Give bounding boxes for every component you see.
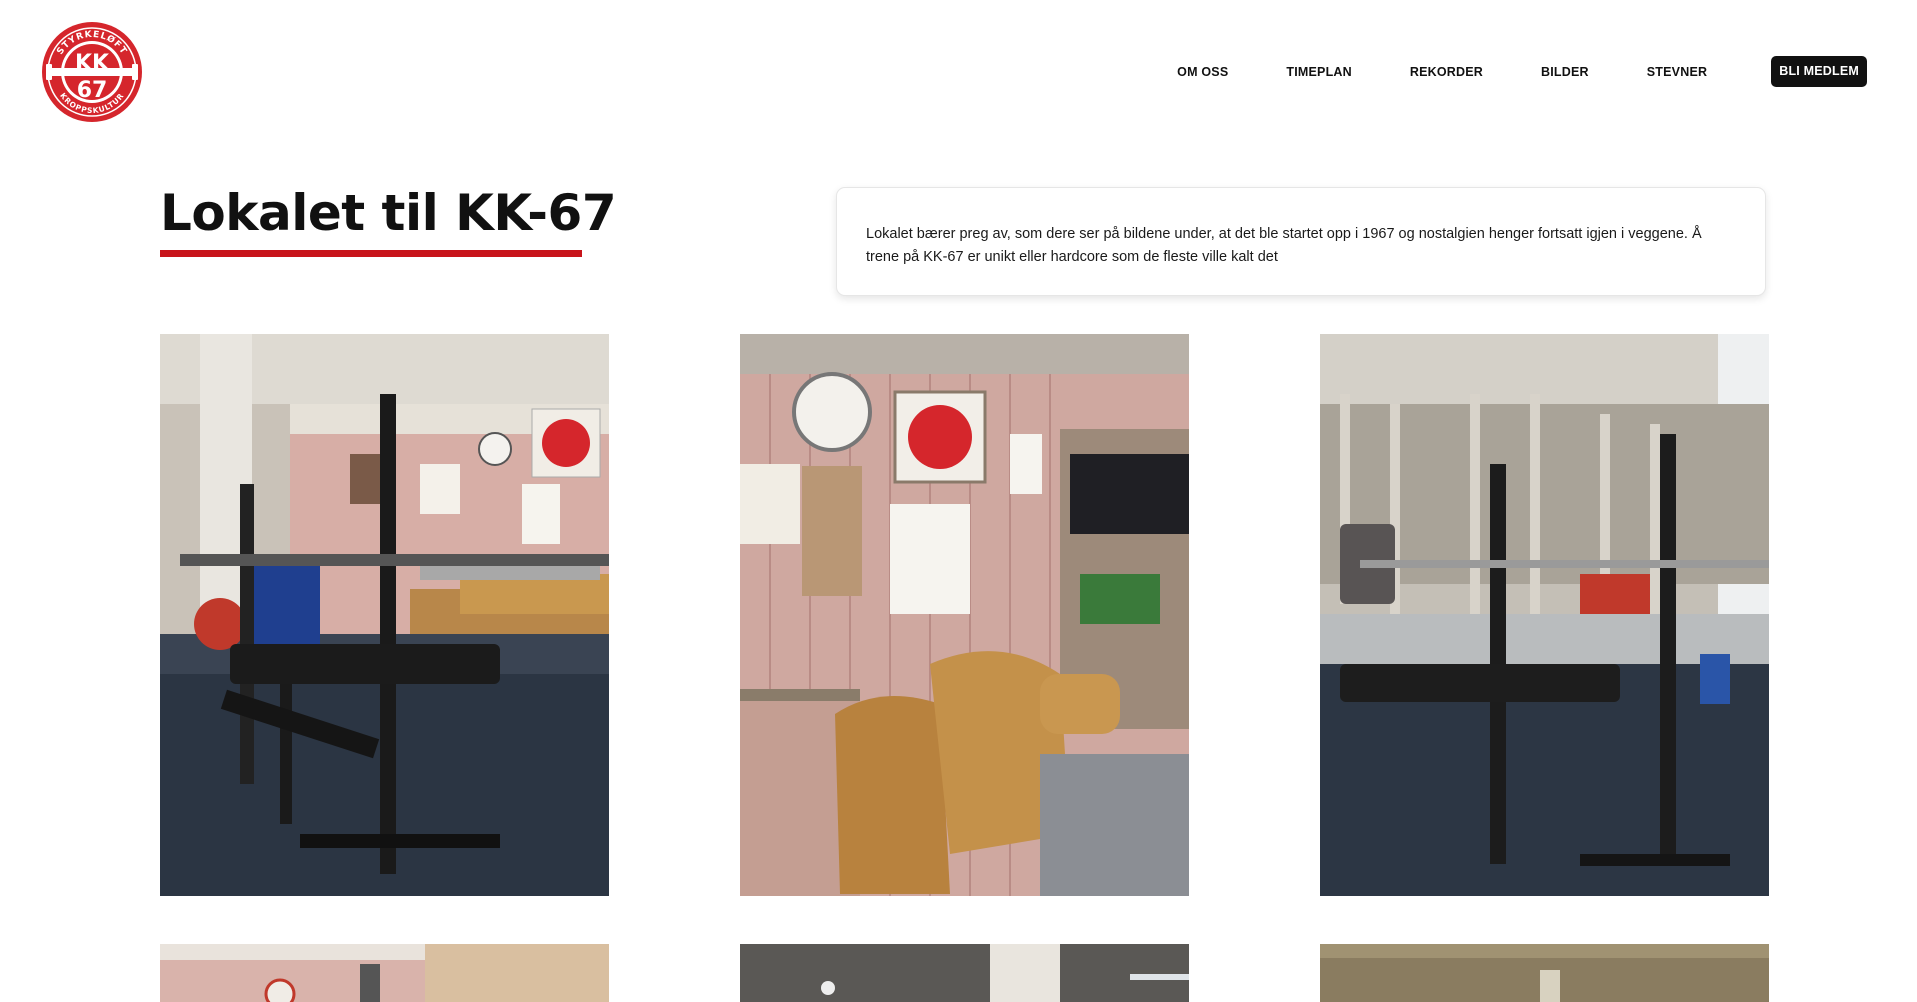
nav-bilder[interactable]: BILDER xyxy=(1541,57,1589,87)
nav-om-oss[interactable]: OM OSS xyxy=(1177,57,1228,87)
intro-card: Lokalet bærer preg av, som dere ser på b… xyxy=(836,187,1766,296)
intro-text: Lokalet bærer preg av, som dere ser på b… xyxy=(866,226,1702,265)
title-underline xyxy=(160,250,582,257)
gallery-photo-4[interactable] xyxy=(160,944,609,1002)
gallery-photo-1[interactable] xyxy=(160,334,609,896)
logo-line1: KK xyxy=(75,51,110,76)
gallery-photo-5[interactable] xyxy=(740,944,1189,1002)
kk67-logo[interactable]: STYRKELØFT KROPPSKULTUR KK 67 xyxy=(40,20,144,124)
nav-stevner[interactable]: STEVNER xyxy=(1647,57,1707,87)
gallery-photo-2[interactable] xyxy=(740,334,1189,896)
gallery-photo-6[interactable] xyxy=(1320,944,1769,1002)
nav-timeplan[interactable]: TIMEPLAN xyxy=(1286,57,1352,87)
page-title: Lokalet til KK-67 xyxy=(160,184,617,242)
bli-medlem-button[interactable]: BLI MEDLEM xyxy=(1771,56,1867,87)
main-nav: OM OSS TIMEPLAN REKORDER BILDER STEVNER … xyxy=(1119,56,1867,87)
logo-line2: 67 xyxy=(77,78,108,103)
gallery-photo-3[interactable] xyxy=(1320,334,1769,896)
photo-gallery xyxy=(160,334,1769,1002)
title-block: Lokalet til KK-67 xyxy=(160,182,617,257)
nav-rekorder[interactable]: REKORDER xyxy=(1410,57,1483,87)
